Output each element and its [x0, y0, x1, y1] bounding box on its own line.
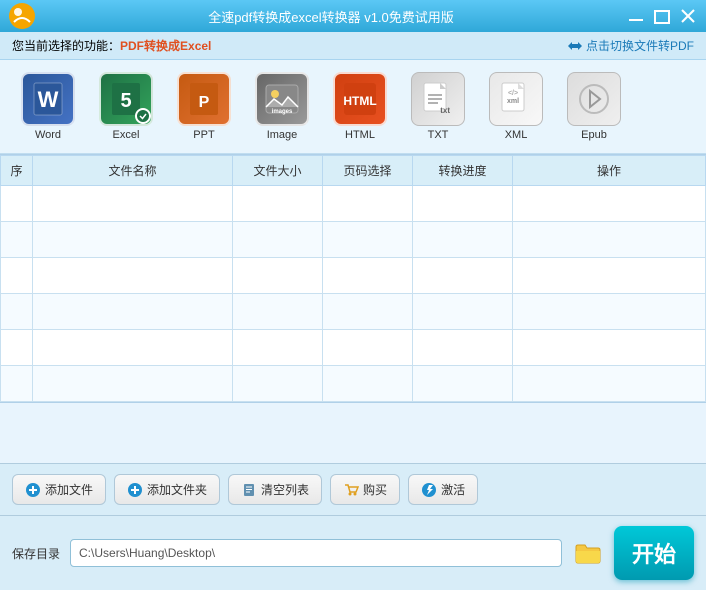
- status-bar: 您当前选择的功能：PDF转换成Excel 点击切换文件转PDF: [0, 32, 706, 60]
- col-header-seq: 序: [1, 156, 33, 186]
- switch-icon: [566, 38, 582, 54]
- clear-list-icon: [241, 482, 257, 498]
- browse-folder-button[interactable]: [572, 539, 604, 567]
- format-icon-word[interactable]: W Word: [12, 68, 84, 145]
- col-header-pagesel: 页码选择: [323, 156, 413, 186]
- svg-text:xml: xml: [507, 98, 519, 105]
- svg-text:images: images: [272, 109, 293, 115]
- svg-text:</>: </>: [508, 90, 518, 97]
- col-header-filename: 文件名称: [33, 156, 233, 186]
- minimize-icon[interactable]: [626, 6, 646, 26]
- col-header-progress: 转换进度: [413, 156, 513, 186]
- format-label-epub: Epub: [581, 129, 607, 141]
- maximize-icon[interactable]: [652, 6, 672, 26]
- window-controls: [626, 6, 698, 26]
- close-icon[interactable]: [678, 6, 698, 26]
- file-table: 序 文件名称 文件大小 页码选择 转换进度 操作: [0, 155, 706, 402]
- add-file-button[interactable]: 添加文件: [12, 474, 106, 505]
- app-logo: [8, 2, 36, 30]
- svg-text:HTML: HTML: [343, 94, 376, 108]
- folder-icon: [574, 539, 602, 567]
- buy-icon: [343, 482, 359, 498]
- col-header-filesize: 文件大小: [233, 156, 323, 186]
- activate-icon: [421, 482, 437, 498]
- add-folder-icon: [127, 482, 143, 498]
- table-row: [1, 366, 706, 402]
- clear-list-button[interactable]: 清空列表: [228, 474, 322, 505]
- svg-text:5: 5: [120, 90, 131, 112]
- col-header-action: 操作: [513, 156, 706, 186]
- file-table-section: 序 文件名称 文件大小 页码选择 转换进度 操作: [0, 154, 706, 463]
- format-icon-epub[interactable]: Epub: [558, 68, 630, 145]
- format-icon-image[interactable]: images Image: [246, 68, 318, 145]
- bottom-section: 添加文件 添加文件夹 清空列表: [0, 463, 706, 590]
- table-row: [1, 258, 706, 294]
- svg-text:P: P: [199, 94, 210, 111]
- table-row: [1, 186, 706, 222]
- format-label-txt: TXT: [428, 129, 449, 141]
- table-row: [1, 222, 706, 258]
- svg-text:W: W: [38, 87, 59, 112]
- action-buttons-row: 添加文件 添加文件夹 清空列表: [0, 463, 706, 516]
- table-row: [1, 330, 706, 366]
- save-label: 保存目录: [12, 545, 60, 562]
- status-text: 您当前选择的功能：PDF转换成Excel: [12, 37, 211, 54]
- format-label-word: Word: [35, 129, 61, 141]
- activate-button[interactable]: 激活: [408, 474, 478, 505]
- start-button[interactable]: 开始: [614, 526, 694, 580]
- save-path-row: 保存目录 开始: [0, 516, 706, 590]
- buy-button[interactable]: 购买: [330, 474, 400, 505]
- switch-mode-button[interactable]: 点击切换文件转PDF: [566, 37, 694, 54]
- format-label-image: Image: [267, 129, 298, 141]
- format-icon-excel[interactable]: 5 Excel: [90, 68, 162, 145]
- format-icons-row: W Word 5 Excel P: [0, 60, 706, 154]
- svg-text:txt: txt: [440, 106, 450, 115]
- format-label-ppt: PPT: [193, 129, 214, 141]
- table-row: [1, 294, 706, 330]
- format-label-xml: XML: [505, 129, 528, 141]
- save-path-input[interactable]: [70, 539, 562, 567]
- format-icon-html[interactable]: HTML HTML: [324, 68, 396, 145]
- format-label-html: HTML: [345, 129, 375, 141]
- add-file-icon: [25, 482, 41, 498]
- format-icon-ppt[interactable]: P PPT: [168, 68, 240, 145]
- add-folder-button[interactable]: 添加文件夹: [114, 474, 220, 505]
- title-bar: 全速pdf转换成excel转换器 v1.0免费试用版: [0, 0, 706, 32]
- format-label-excel: Excel: [113, 129, 140, 141]
- window-title: 全速pdf转换成excel转换器 v1.0免费试用版: [36, 7, 626, 26]
- format-icon-xml[interactable]: xml </> XML: [480, 68, 552, 145]
- format-icon-txt[interactable]: txt TXT: [402, 68, 474, 145]
